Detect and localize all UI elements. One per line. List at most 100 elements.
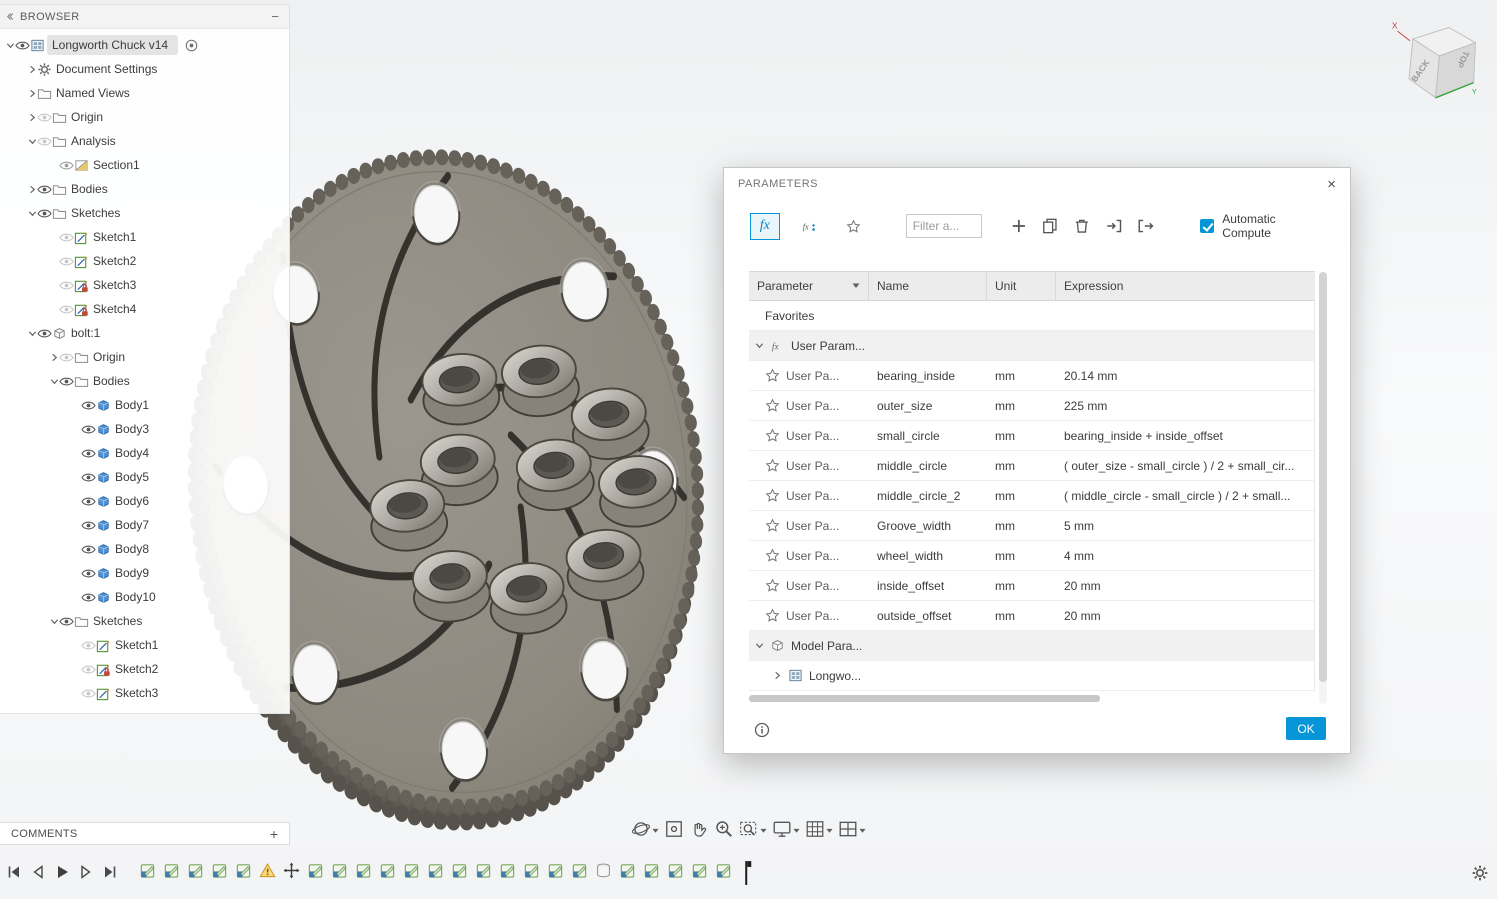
visibility-eye-icon[interactable]	[59, 254, 74, 269]
favorite-star-icon[interactable]	[765, 518, 780, 533]
timeline-feature-sketch-icon[interactable]	[235, 862, 252, 879]
browser-item-body3[interactable]: Body3	[0, 417, 289, 441]
chevron-right-icon[interactable]	[28, 89, 37, 98]
unit-cell[interactable]: mm	[987, 399, 1056, 413]
model-parameters-section-row[interactable]: Model Para...	[749, 631, 1315, 661]
timeline-settings-gear-icon[interactable]	[1471, 864, 1489, 882]
visibility-eye-icon[interactable]	[37, 182, 52, 197]
favorite-star-icon[interactable]	[765, 578, 780, 593]
timeline-feature-sketch-icon[interactable]	[667, 862, 684, 879]
visibility-eye-icon[interactable]	[81, 494, 96, 509]
dialog-titlebar[interactable]: PARAMETERS ×	[724, 168, 1350, 200]
activate-component-radio-icon[interactable]	[184, 38, 199, 53]
unit-cell[interactable]: mm	[987, 549, 1056, 563]
parameter-row-inside_offset[interactable]: User Pa... inside_offset mm 20 mm	[749, 571, 1315, 601]
chevron-down-icon[interactable]	[28, 209, 37, 218]
view-cube[interactable]: X BACK TOP Y	[1390, 18, 1485, 113]
name-cell[interactable]: outside_offset	[869, 609, 987, 623]
parameter-row-small_circle[interactable]: User Pa... small_circle mm bearing_inside +…	[749, 421, 1315, 451]
column-header-parameter[interactable]: Parameter	[749, 272, 869, 300]
name-cell[interactable]: bearing_inside	[869, 369, 987, 383]
browser-item-sketch1[interactable]: Sketch1	[0, 225, 289, 249]
horizontal-scrollbar-thumb[interactable]	[749, 695, 1100, 702]
browser-item-sketch4[interactable]: Sketch4	[0, 297, 289, 321]
visibility-eye-icon[interactable]	[81, 638, 96, 653]
timeline-feature-sketch-icon[interactable]	[187, 862, 204, 879]
timeline-feature-cylinder-icon[interactable]	[595, 862, 612, 879]
browser-minimize-button[interactable]: −	[271, 10, 279, 23]
parameter-row-wheel_width[interactable]: User Pa... wheel_width mm 4 mm	[749, 541, 1315, 571]
browser-item-named-views[interactable]: Named Views	[0, 81, 289, 105]
visibility-eye-icon[interactable]	[59, 230, 74, 245]
timeline-feature-sketch-icon[interactable]	[571, 862, 588, 879]
panel-collapse-icon[interactable]	[5, 12, 14, 21]
display-settings-tool[interactable]	[771, 818, 801, 840]
column-header-unit[interactable]: Unit	[987, 272, 1056, 300]
timeline-feature-sketch-icon[interactable]	[379, 862, 396, 879]
zoom-window-dropdown-caret-icon[interactable]	[760, 828, 767, 834]
visibility-eye-icon[interactable]	[37, 326, 52, 341]
timeline-feature-sketch-icon[interactable]	[619, 862, 636, 879]
browser-item-sketches[interactable]: Sketches	[0, 201, 289, 225]
timeline-feature-move-icon[interactable]	[283, 862, 300, 879]
chevron-down-icon[interactable]	[50, 377, 59, 386]
visibility-eye-icon[interactable]	[81, 686, 96, 701]
timeline-position-marker[interactable]	[741, 860, 752, 886]
ok-button[interactable]: OK	[1286, 717, 1326, 740]
import-parameters-icon[interactable]	[1105, 217, 1123, 235]
expression-cell[interactable]: ( outer_size - small_circle ) / 2 + smal…	[1056, 459, 1314, 473]
timeline-feature-sketch-icon[interactable]	[691, 862, 708, 879]
favorite-star-icon[interactable]	[765, 368, 780, 383]
favorite-star-icon[interactable]	[765, 608, 780, 623]
chevron-right-icon[interactable]	[28, 113, 37, 122]
zoom-tool[interactable]	[713, 818, 735, 840]
chevron-down-icon[interactable]	[50, 617, 59, 626]
comments-panel[interactable]: COMMENTS +	[0, 822, 290, 845]
viewports-tool[interactable]	[837, 818, 867, 840]
filter-input[interactable]	[905, 214, 982, 238]
unit-cell[interactable]: mm	[987, 489, 1056, 503]
unit-cell[interactable]: mm	[987, 519, 1056, 533]
browser-item-body7[interactable]: Body7	[0, 513, 289, 537]
timeline-feature-sketch-icon[interactable]	[331, 862, 348, 879]
dialog-close-button[interactable]: ×	[1327, 177, 1336, 192]
browser-item-sketch1[interactable]: Sketch1	[0, 633, 289, 657]
browser-item-origin[interactable]: Origin	[0, 105, 289, 129]
name-cell[interactable]: middle_circle_2	[869, 489, 987, 503]
add-parameter-fx-button[interactable]: fx	[795, 213, 825, 240]
timeline-feature-sketch-icon[interactable]	[403, 862, 420, 879]
name-cell[interactable]: middle_circle	[869, 459, 987, 473]
name-cell[interactable]: outer_size	[869, 399, 987, 413]
visibility-eye-icon[interactable]	[81, 446, 96, 461]
visibility-eye-icon[interactable]	[59, 158, 74, 173]
browser-item-bodies[interactable]: Bodies	[0, 369, 289, 393]
expression-cell[interactable]: 20.14 mm	[1056, 369, 1314, 383]
chevron-right-icon[interactable]	[28, 185, 37, 194]
viewports-dropdown-caret-icon[interactable]	[859, 828, 866, 834]
timeline-feature-sketch-icon[interactable]	[451, 862, 468, 879]
info-icon[interactable]	[754, 722, 770, 738]
visibility-eye-icon[interactable]	[59, 350, 74, 365]
browser-item-bodies[interactable]: Bodies	[0, 177, 289, 201]
zoom-window-tool[interactable]	[738, 818, 768, 840]
name-cell[interactable]: small_circle	[869, 429, 987, 443]
visibility-eye-icon[interactable]	[81, 590, 96, 605]
pan-tool[interactable]	[688, 818, 710, 840]
timeline-feature-sketch-icon[interactable]	[355, 862, 372, 879]
chevron-right-icon[interactable]	[28, 65, 37, 74]
vertical-scrollbar-track[interactable]	[1319, 272, 1327, 704]
orbit-tool[interactable]	[630, 818, 660, 840]
visibility-eye-icon[interactable]	[59, 302, 74, 317]
visibility-eye-icon[interactable]	[59, 278, 74, 293]
column-header-expression[interactable]: Expression	[1056, 272, 1315, 300]
browser-item-sketch3[interactable]: Sketch3	[0, 273, 289, 297]
visibility-eye-icon[interactable]	[81, 518, 96, 533]
duplicate-parameter-icon[interactable]	[1041, 217, 1059, 235]
browser-item-analysis[interactable]: Analysis	[0, 129, 289, 153]
grid-settings-tool[interactable]	[804, 818, 834, 840]
favorite-star-icon[interactable]	[765, 458, 780, 473]
parameter-row-bearing_inside[interactable]: User Pa... bearing_inside mm 20.14 mm	[749, 361, 1315, 391]
step-back-icon[interactable]	[30, 864, 46, 880]
parameter-row-middle_circle_2[interactable]: User Pa... middle_circle_2 mm ( middle_circ…	[749, 481, 1315, 511]
name-cell[interactable]: inside_offset	[869, 579, 987, 593]
